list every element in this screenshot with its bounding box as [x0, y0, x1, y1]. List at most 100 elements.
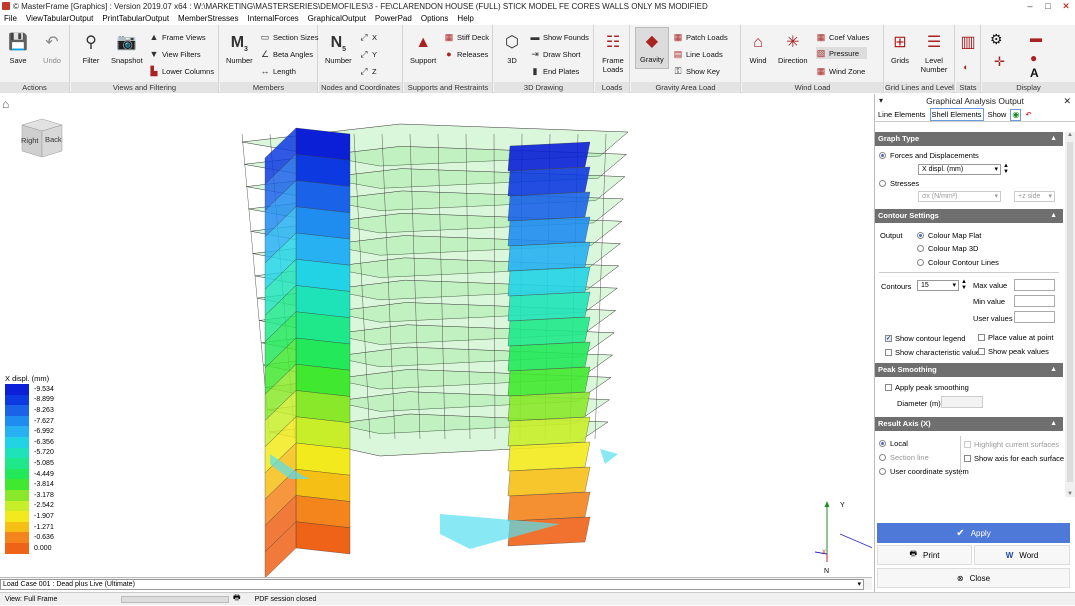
section-contour-settings[interactable]: Contour Settings ▲	[875, 209, 1063, 223]
lower-columns-button[interactable]: ▙ Lower Columns	[149, 66, 215, 76]
menu-viewtabularoutput[interactable]: ViewTabularOutput	[26, 14, 93, 23]
end-plates-button[interactable]: ▮ End Plates	[530, 66, 580, 76]
apply-peak-checkbox[interactable]: Apply peak smoothing	[885, 383, 969, 392]
save-button[interactable]: 💾 Save	[8, 33, 28, 65]
length-button[interactable]: ↔ Length	[260, 66, 296, 76]
settings-button[interactable]: ⚙	[990, 31, 1003, 48]
wind-zone-button[interactable]: ▦ Wind Zone	[816, 66, 866, 76]
contours-spinner[interactable]: ▲ ▼	[961, 279, 967, 291]
show-key-button[interactable]: ⚿ Show Key	[673, 66, 720, 76]
show-peak-checkbox[interactable]: Show peak values	[978, 347, 1049, 356]
wind-button[interactable]: ⌂ Wind	[748, 33, 768, 65]
menu-file[interactable]: File	[4, 14, 17, 23]
line-style-button[interactable]: ▬	[1030, 31, 1042, 45]
place-value-checkbox[interactable]: Place value at point	[978, 333, 1053, 342]
level-number-button[interactable]: ☰ Level Number	[919, 33, 949, 74]
frame-loads-button[interactable]: ☷ Frame Loads	[602, 33, 624, 74]
close-button[interactable]: ⊗ Close	[877, 568, 1070, 588]
menu-internalforces[interactable]: InternalForces	[248, 14, 299, 23]
radio-colour-3d[interactable]: Colour Map 3D	[917, 244, 978, 253]
scroll-thumb[interactable]	[1067, 142, 1073, 482]
highlight-surfaces-checkbox[interactable]: Highlight current surfaces	[964, 440, 1059, 449]
coord-x-button[interactable]: ⤢ X	[359, 32, 377, 42]
show-contour-legend-checkbox[interactable]: ✓ Show contour legend	[885, 334, 965, 343]
panel-scrollbar[interactable]: ▲ ▼	[1065, 132, 1075, 497]
pressure-button[interactable]: ▧ Pressure	[816, 47, 868, 59]
section-graph-type[interactable]: Graph Type ▲	[875, 132, 1063, 146]
building-model[interactable]	[0, 94, 872, 577]
scroll-up-icon[interactable]: ▲	[1065, 132, 1075, 138]
menu-help[interactable]: Help	[457, 14, 473, 23]
pin-icon[interactable]: ▾	[879, 94, 883, 108]
coef-values-button[interactable]: ▦ Coef Values	[816, 32, 870, 42]
section-peak-smoothing[interactable]: Peak Smoothing ▲	[875, 363, 1063, 377]
max-value-input[interactable]	[1014, 279, 1055, 291]
radio-user-coord[interactable]: User coordinate system	[879, 467, 969, 476]
show-axis-checkbox[interactable]: Show axis for each surface	[964, 454, 1064, 463]
menu-options[interactable]: Options	[421, 14, 449, 23]
line-loads-button[interactable]: ▤ Line Loads	[673, 49, 723, 59]
section-result-axis[interactable]: Result Axis (X) ▲	[875, 417, 1063, 431]
menu-memberstresses[interactable]: MemberStresses	[178, 14, 238, 23]
draw-short-button[interactable]: ⇥ Draw Short	[530, 49, 580, 59]
frame-views-button[interactable]: ▲ Frame Views	[149, 32, 206, 42]
minimize-icon[interactable]: –	[1021, 0, 1039, 12]
forces-select[interactable]: X displ. (mm)	[918, 164, 1001, 175]
undo-red-icon[interactable]: ↶	[1024, 109, 1032, 120]
view-cube-face-left[interactable]: Right	[21, 136, 39, 145]
apply-button[interactable]: ✔ Apply	[877, 523, 1070, 543]
contours-select[interactable]: 15	[917, 280, 959, 291]
eye-icon[interactable]: ◉	[1010, 108, 1022, 121]
colour-button[interactable]: ●	[1030, 51, 1037, 65]
coord-z-button[interactable]: ⤢ Z	[359, 66, 376, 76]
threed-button[interactable]: ⬡ 3D	[502, 33, 522, 65]
beta-angles-button[interactable]: ∠ Beta Angles	[260, 49, 313, 59]
stats-chart-button[interactable]: ▥	[958, 33, 978, 56]
radio-local[interactable]: Local	[879, 439, 908, 448]
gravity-button[interactable]: ◆ Gravity	[635, 27, 669, 69]
diameter-input[interactable]	[941, 396, 983, 408]
word-button[interactable]: W Word	[974, 545, 1070, 565]
menu-printtabularoutput[interactable]: PrintTabularOutput	[102, 14, 169, 23]
graphics-viewport[interactable]: ⌂ Right Back Y X N X displ. (mm) -9.534-…	[0, 94, 872, 577]
direction-button[interactable]: ✳ Direction	[778, 33, 808, 65]
close-panel-icon[interactable]: ✕	[1063, 94, 1071, 108]
member-number-button[interactable]: M3 Number	[226, 33, 253, 65]
maximize-icon[interactable]: □	[1039, 0, 1057, 12]
node-number-button[interactable]: N5 Number	[325, 33, 352, 65]
tab-line-elements[interactable]: Line Elements	[877, 109, 927, 120]
side-select[interactable]: +z side	[1014, 191, 1055, 202]
radio-stresses[interactable]: Stresses	[879, 179, 919, 188]
support-button[interactable]: ▲ Support	[410, 33, 436, 65]
printer-icon[interactable]: 🖶	[233, 592, 241, 606]
section-sizes-button[interactable]: ▭ Section Sizes	[260, 32, 319, 42]
radio-forces[interactable]: Forces and Displacements	[879, 151, 979, 160]
show-characteristic-checkbox[interactable]: Show characteristic values	[885, 348, 984, 357]
view-filters-button[interactable]: ▼ View Filters	[149, 49, 201, 59]
coord-y-button[interactable]: ⤢ Y	[359, 49, 377, 59]
font-button[interactable]: A	[1030, 66, 1039, 80]
menu-graphicaloutput[interactable]: GraphicalOutput	[308, 14, 366, 23]
node-display-button[interactable]: ✛	[994, 54, 1005, 70]
radio-section-line[interactable]: Section line	[879, 453, 929, 462]
user-values-input[interactable]	[1014, 311, 1055, 323]
load-case-select[interactable]: Load Case 001 : Dead plus Live (Ultimate…	[0, 579, 864, 590]
show-founds-button[interactable]: ▬ Show Founds	[530, 32, 589, 42]
radio-contour-lines[interactable]: Colour Contour Lines	[917, 258, 999, 267]
forces-spinner[interactable]: ▲ ▼	[1003, 163, 1009, 175]
stiff-deck-button[interactable]: ▦ Stiff Deck	[444, 32, 489, 42]
radio-colour-flat[interactable]: Colour Map Flat	[917, 231, 981, 240]
print-button[interactable]: 🖶 Print	[877, 545, 972, 565]
releases-button[interactable]: ● Releases	[444, 49, 488, 59]
grids-button[interactable]: ⊞ Grids	[890, 33, 910, 65]
scroll-down-icon[interactable]: ▼	[1065, 491, 1075, 497]
menu-powerpad[interactable]: PowerPad	[375, 14, 412, 23]
min-value-input[interactable]	[1014, 295, 1055, 307]
stresses-select[interactable]: σx (N/mm²)	[918, 191, 1001, 202]
tab-shell-elements[interactable]: Shell Elements	[929, 108, 984, 121]
stats-toggle-button[interactable]: ◐	[961, 62, 974, 72]
close-icon[interactable]: ✕	[1057, 0, 1075, 12]
view-cube-face-right[interactable]: Back	[45, 135, 62, 144]
snapshot-button[interactable]: 📷 Snapshot	[111, 33, 143, 65]
patch-loads-button[interactable]: ▦ Patch Loads	[673, 32, 728, 42]
